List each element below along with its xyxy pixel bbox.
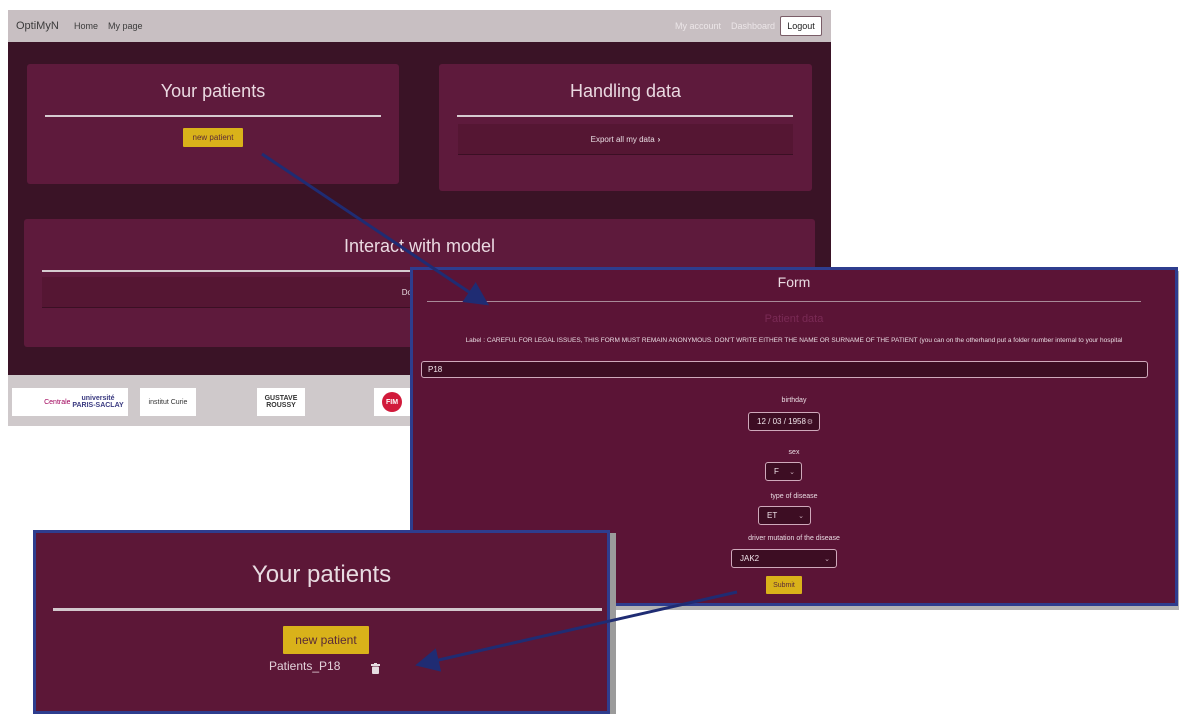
arrow-icon <box>415 590 738 672</box>
arrow-icon <box>261 152 489 306</box>
annotation-arrows <box>261 152 738 672</box>
